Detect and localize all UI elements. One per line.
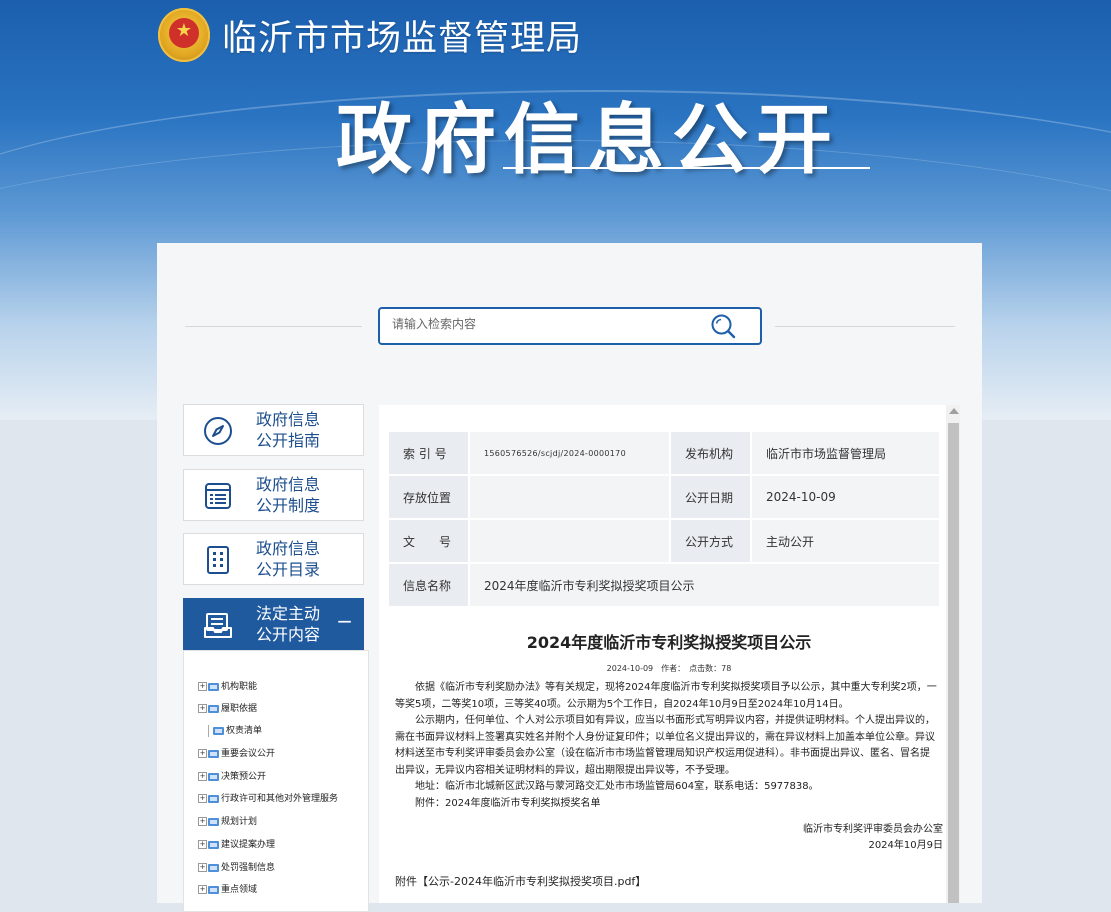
tree-item[interactable]: + 履职依据 [198,702,257,716]
location-label: 存放位置 [387,474,470,520]
compass-icon [204,417,232,445]
tree-item[interactable]: + 决策预公开 [198,770,266,784]
main-panel: 政府信息公开指南 政府信息公开制度 政府信息公开目录 [157,243,982,912]
expand-icon[interactable]: + [198,840,207,849]
date-value: 2024-10-09 [750,474,941,520]
expand-icon[interactable]: + [198,863,207,872]
paragraph: 地址：临沂市北城新区武汉路与蒙河路交汇处市市场监管局604室，联系电话：5977… [415,781,819,792]
folder-icon [208,817,219,826]
scroll-up-icon[interactable] [949,408,959,414]
tree-item[interactable]: 权责清单 [208,724,262,738]
tree-item[interactable]: + 机构职能 [198,680,257,694]
scrollbar-thumb[interactable] [948,423,959,903]
folder-icon [208,682,219,691]
expand-icon[interactable]: + [198,817,207,826]
docno-value [468,518,671,564]
nav-label: 政府信息 公开指南 [256,410,321,450]
national-emblem-icon: ★ [158,8,210,62]
article-body: 依据《临沂市专利奖励办法》等有关规定，现将2024年度临沂市专利奖拟授奖项目予以… [395,680,938,812]
tree-item[interactable]: + 规划计划 [198,815,257,829]
index-label: 索 引 号 [387,430,470,476]
search-divider-left [185,326,362,327]
docno-label: 文 号 [387,518,470,564]
tree-item[interactable]: + 行政许可和其他对外管理服务 [198,792,338,806]
article-content: 索 引 号 1560576526/scjdj/2024-0000170 发布机构… [379,405,959,903]
folder-icon [208,885,219,894]
nav-disclosure-catalog[interactable]: 政府信息 公开目录 [183,533,364,585]
index-value: 1560576526/scjdj/2024-0000170 [468,430,671,476]
collapse-icon[interactable]: − [336,609,353,633]
folder-icon [208,749,219,758]
inbox-icon [204,613,232,638]
nav-label: 政府信息 公开目录 [256,539,321,579]
article-signature: 临沂市专利奖评审委员会办公室 2024年10月9日 [803,822,943,854]
tree-item[interactable]: + 重点领域 [198,883,257,897]
search-divider-right [775,326,955,327]
search-box [378,307,762,345]
nav-disclosure-guide[interactable]: 政府信息 公开指南 [183,404,364,456]
location-value [468,474,671,520]
folder-icon [208,704,219,713]
method-label: 公开方式 [669,518,752,564]
expand-icon[interactable]: + [198,704,207,713]
folder-icon [208,772,219,781]
expand-icon[interactable]: + [198,772,207,781]
folder-icon [213,726,224,735]
folder-icon [208,863,219,872]
expand-icon[interactable]: + [198,885,207,894]
attachment-link[interactable]: 附件【公示-2024年临沂市专利奖拟授奖项目.pdf】 [395,873,646,889]
tree-item[interactable]: + 建议提案办理 [198,838,275,852]
article-meta: 2024-10-09 作者： 点击数：78 [606,664,732,673]
list-icon [205,483,231,509]
paragraph: 公示期内，任何单位、个人对公示项目如有异议，应当以书面形式写明异议内容，并提供证… [395,715,935,776]
expand-icon[interactable]: + [198,682,207,691]
site-name[interactable]: 临沂市市场监督管理局 [222,10,582,61]
search-icon[interactable] [710,313,736,339]
name-label: 信息名称 [387,562,470,608]
catalog-tree: + 机构职能 + 履职依据 权责清单 + 重要会议公开 + 决策预公开 + 行政许可和其他… [183,650,369,912]
nav-disclosure-rules[interactable]: 政府信息 公开制度 [183,469,364,521]
tree-item[interactable]: + 重要会议公开 [198,747,275,761]
metadata-table: 索 引 号 1560576526/scjdj/2024-0000170 发布机构… [387,430,941,608]
folder-icon [208,794,219,803]
expand-icon[interactable]: + [198,749,207,758]
title-underline [503,167,870,169]
article-title: 2024年度临沂市专利奖拟授奖项目公示 [526,633,812,652]
nav-label: 法定主动 公开内容 [256,604,321,644]
sign-org: 临沂市专利奖评审委员会办公室 [803,824,943,835]
catalog-icon [207,546,229,574]
sign-date: 2024年10月9日 [868,840,943,851]
paragraph: 附件：2024年度临沂市专利奖拟授奖名单 [415,797,601,809]
search-input[interactable] [392,317,692,331]
tree-item[interactable]: + 处罚强制信息 [198,861,275,875]
paragraph: 依据《临沂市专利奖励办法》等有关规定，现将2024年度临沂市专利奖拟授奖项目予以… [395,682,937,710]
nav-statutory-content[interactable]: 法定主动 公开内容 − [183,598,364,650]
nav-label: 政府信息 公开制度 [256,475,321,515]
name-value: 2024年度临沂市专利奖拟授奖项目公示 [468,562,941,608]
publisher-label: 发布机构 [669,430,752,476]
folder-icon [208,840,219,849]
date-label: 公开日期 [669,474,752,520]
method-value: 主动公开 [750,518,941,564]
publisher-value: 临沂市市场监督管理局 [750,430,941,476]
page-title: 政府信息公开 [336,95,840,184]
expand-icon[interactable]: + [198,794,207,803]
